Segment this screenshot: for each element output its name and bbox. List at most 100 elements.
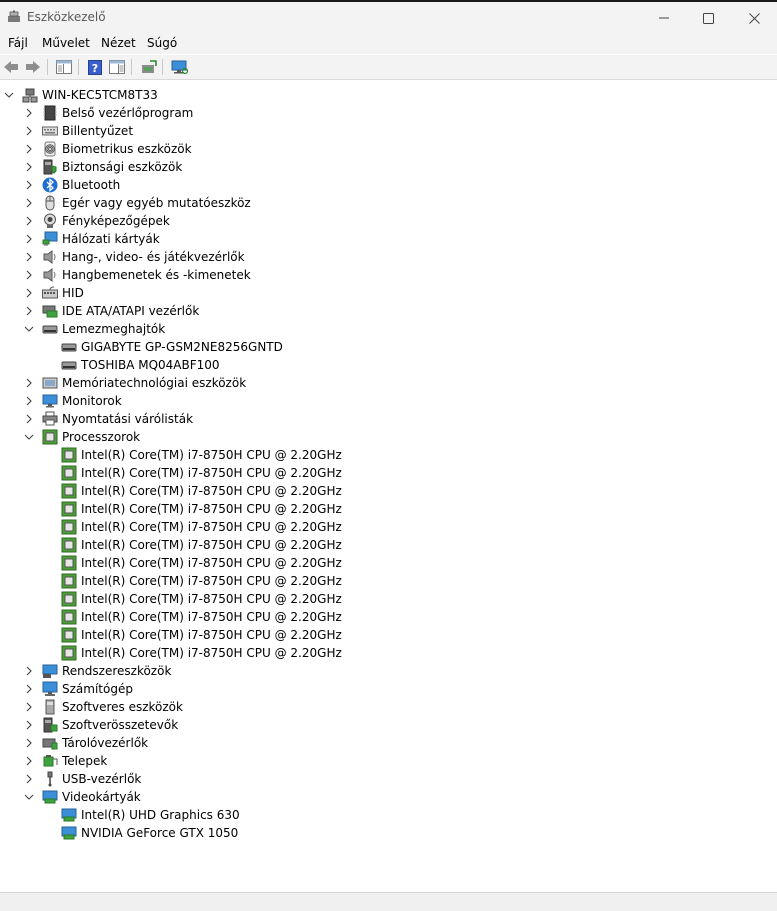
usb-icon	[42, 771, 58, 787]
expand-chevron[interactable]	[23, 162, 34, 173]
tree-device-item[interactable]: Intel(R) Core(TM) i7-8750H CPU @ 2.20GHz	[61, 626, 342, 644]
expand-chevron[interactable]	[23, 684, 34, 695]
action-pane-button[interactable]	[108, 59, 126, 75]
tree-category-item[interactable]: Szoftveres eszközök	[23, 698, 183, 716]
tree-category-item[interactable]: IDE ATA/ATAPI vezérlők	[23, 302, 199, 320]
tree-category-item[interactable]: USB-vezérlők	[23, 770, 141, 788]
tree-category-item[interactable]: Lemezmeghajtók	[23, 320, 165, 338]
bluetooth-icon	[42, 177, 58, 193]
expand-chevron[interactable]	[23, 378, 34, 389]
tree-category-item[interactable]: Nyomtatási várólisták	[23, 410, 193, 428]
expand-chevron[interactable]	[23, 198, 34, 209]
tree-device-item[interactable]: Intel(R) Core(TM) i7-8750H CPU @ 2.20GHz	[61, 572, 342, 590]
tree-device-item[interactable]: TOSHIBA MQ04ABF100	[61, 356, 220, 374]
tree-device-item[interactable]: NVIDIA GeForce GTX 1050	[61, 824, 238, 842]
tree-category-item[interactable]: Tárolóvezérlők	[23, 734, 148, 752]
chevron-right-icon	[26, 666, 32, 676]
tree-item-label: Intel(R) UHD Graphics 630	[81, 808, 240, 822]
chevron-right-icon	[26, 216, 32, 226]
tree-device-item[interactable]: Intel(R) Core(TM) i7-8750H CPU @ 2.20GHz	[61, 590, 342, 608]
tree-category-item[interactable]: Biometrikus eszközök	[23, 140, 192, 158]
expand-chevron[interactable]	[23, 756, 34, 767]
maximize-icon	[702, 12, 714, 24]
show-hide-console-tree-button[interactable]	[55, 59, 73, 75]
expand-chevron[interactable]	[23, 108, 34, 119]
tree-item-label: Intel(R) Core(TM) i7-8750H CPU @ 2.20GHz	[81, 574, 342, 588]
tree-device-item[interactable]: Intel(R) Core(TM) i7-8750H CPU @ 2.20GHz	[61, 554, 342, 572]
tree-device-item[interactable]: Intel(R) Core(TM) i7-8750H CPU @ 2.20GHz	[61, 464, 342, 482]
forward-button[interactable]	[24, 59, 42, 75]
collapse-chevron[interactable]	[23, 324, 34, 335]
menu-action[interactable]: Művelet	[42, 36, 90, 50]
scan-hardware-button[interactable]	[171, 59, 189, 75]
collapse-chevron[interactable]	[23, 792, 34, 803]
tree-category-item[interactable]: HID	[23, 284, 84, 302]
processor-icon	[61, 573, 77, 589]
tree-category-item[interactable]: Hálózati kártyák	[23, 230, 160, 248]
tree-category-item[interactable]: Telepek	[23, 752, 107, 770]
tree-category-item[interactable]: Hang-, video- és játékvezérlők	[23, 248, 245, 266]
tree-device-item[interactable]: Intel(R) Core(TM) i7-8750H CPU @ 2.20GHz	[61, 518, 342, 536]
expand-chevron[interactable]	[23, 702, 34, 713]
collapse-chevron[interactable]	[23, 432, 34, 443]
minimize-button[interactable]	[641, 4, 687, 32]
tree-device-item[interactable]: Intel(R) Core(TM) i7-8750H CPU @ 2.20GHz	[61, 644, 342, 662]
expand-chevron[interactable]	[23, 774, 34, 785]
tree-category-item[interactable]: Processzorok	[23, 428, 140, 446]
tree-item-label: Bluetooth	[62, 178, 121, 192]
expand-chevron[interactable]	[23, 414, 34, 425]
tree-device-item[interactable]: Intel(R) Core(TM) i7-8750H CPU @ 2.20GHz	[61, 608, 342, 626]
menu-file[interactable]: Fájl	[8, 36, 28, 50]
back-button[interactable]	[2, 59, 20, 75]
expand-chevron[interactable]	[23, 720, 34, 731]
close-button[interactable]	[731, 4, 777, 32]
close-icon	[748, 12, 760, 24]
chevron-right-icon	[26, 396, 32, 406]
expand-chevron[interactable]	[23, 180, 34, 191]
expand-chevron[interactable]	[23, 216, 34, 227]
tree-category-item[interactable]: Bluetooth	[23, 176, 120, 194]
tree-device-item[interactable]: Intel(R) Core(TM) i7-8750H CPU @ 2.20GHz	[61, 446, 342, 464]
expand-chevron[interactable]	[23, 144, 34, 155]
tree-device-item[interactable]: Intel(R) Core(TM) i7-8750H CPU @ 2.20GHz	[61, 482, 342, 500]
software-component-icon	[42, 717, 58, 733]
tree-category-item[interactable]: Monitorok	[23, 392, 122, 410]
tree-item-label: Videokártyák	[62, 790, 141, 804]
menu-view[interactable]: Nézet	[101, 36, 136, 50]
tree-category-item[interactable]: Billentyűzet	[23, 122, 133, 140]
tree-category-item[interactable]: Fényképezőgépek	[23, 212, 170, 230]
printer-icon	[42, 411, 58, 427]
expand-chevron[interactable]	[23, 396, 34, 407]
expand-chevron[interactable]	[23, 270, 34, 281]
expand-chevron[interactable]	[23, 288, 34, 299]
expand-chevron[interactable]	[23, 666, 34, 677]
tree-category-item[interactable]: Hangbemenetek és -kimenetek	[23, 266, 251, 284]
expand-chevron[interactable]	[23, 738, 34, 749]
expand-chevron[interactable]	[23, 126, 34, 137]
maximize-button[interactable]	[685, 4, 731, 32]
collapse-chevron[interactable]	[3, 90, 14, 101]
tree-category-item[interactable]: Belső vezérlőprogram	[23, 104, 193, 122]
tree-category-item[interactable]: Memóriatechnológiai eszközök	[23, 374, 246, 392]
tree-category-item[interactable]: Számítógép	[23, 680, 133, 698]
tree-root-computer[interactable]: WIN-KEC5TCM8T33	[3, 86, 158, 104]
tree-category-item[interactable]: Rendszereszközök	[23, 662, 171, 680]
update-driver-button[interactable]	[140, 59, 158, 75]
tree-category-item[interactable]: Egér vagy egyéb mutatóeszköz	[23, 194, 251, 212]
menu-help[interactable]: Súgó	[147, 36, 177, 50]
tree-category-item[interactable]: Szoftverösszetevők	[23, 716, 178, 734]
tree-device-item[interactable]: GIGABYTE GP-GSM2NE8256GNTD	[61, 338, 283, 356]
tree-item-label: Intel(R) Core(TM) i7-8750H CPU @ 2.20GHz	[81, 448, 342, 462]
tree-category-item[interactable]: Biztonsági eszközök	[23, 158, 182, 176]
expand-chevron[interactable]	[23, 252, 34, 263]
tree-item-label: Egér vagy egyéb mutatóeszköz	[62, 196, 251, 210]
tree-device-item[interactable]: Intel(R) UHD Graphics 630	[61, 806, 240, 824]
tree-device-item[interactable]: Intel(R) Core(TM) i7-8750H CPU @ 2.20GHz	[61, 500, 342, 518]
help-button[interactable]: ?	[86, 59, 104, 75]
tree-device-item[interactable]: Intel(R) Core(TM) i7-8750H CPU @ 2.20GHz	[61, 536, 342, 554]
title-bar[interactable]: Eszközkezelő	[0, 2, 777, 32]
tree-category-item[interactable]: Videokártyák	[23, 788, 141, 806]
expand-chevron[interactable]	[23, 234, 34, 245]
expand-chevron[interactable]	[23, 306, 34, 317]
chevron-right-icon	[26, 720, 32, 730]
